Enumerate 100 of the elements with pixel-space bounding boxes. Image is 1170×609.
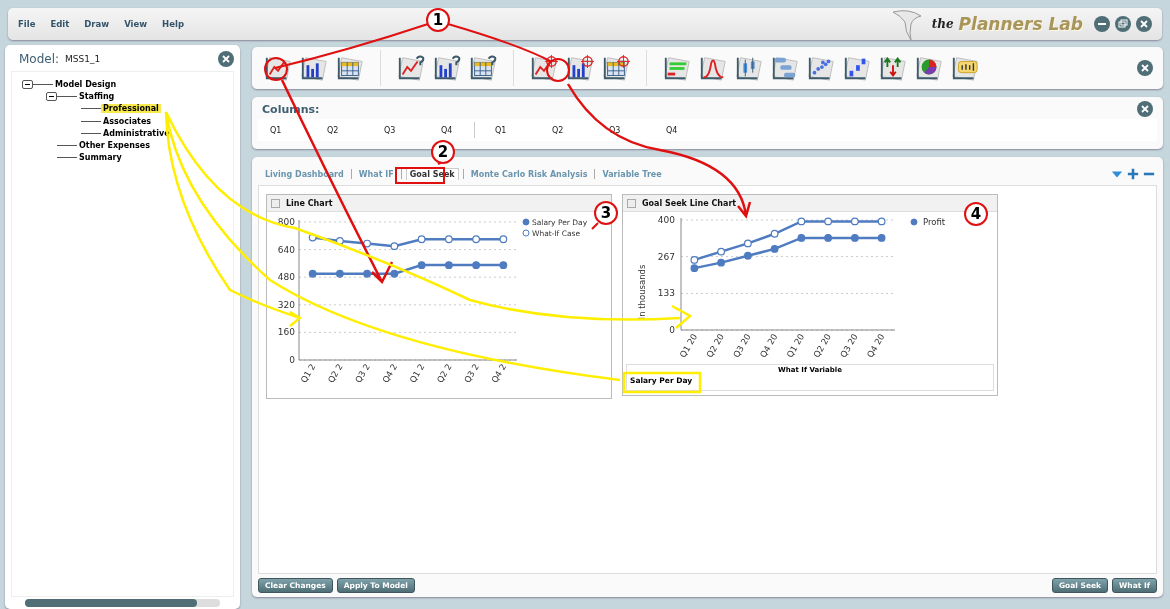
- point: [499, 235, 508, 244]
- scatter-icon[interactable]: [805, 54, 837, 82]
- table-question-icon[interactable]: [467, 54, 499, 82]
- tree-item[interactable]: Summary: [77, 153, 124, 163]
- pie-icon[interactable]: [913, 54, 945, 82]
- axis-tick-label: Q3 2: [462, 362, 481, 385]
- point: [797, 217, 806, 226]
- point: [444, 261, 453, 270]
- scrollbar[interactable]: [25, 599, 220, 607]
- tree-item[interactable]: Staffing: [77, 91, 117, 101]
- axis-tick-label: Q2 2: [434, 362, 454, 385]
- model-name: MSS1_1: [65, 54, 101, 64]
- axis-tick-label: Q3 2: [353, 362, 372, 385]
- menu-item[interactable]: View: [124, 19, 148, 29]
- tree-item[interactable]: Other Expenses: [77, 141, 152, 151]
- axis-tick-label: 0: [289, 355, 295, 365]
- point: [770, 244, 779, 253]
- table-target-icon[interactable]: [600, 54, 632, 82]
- axis-tick-label: 160: [277, 327, 295, 338]
- hbar-icon[interactable]: [661, 54, 693, 82]
- menu-item[interactable]: File: [18, 19, 36, 29]
- axis-tick-label: Q2 20: [704, 332, 726, 360]
- point: [335, 237, 344, 245]
- minimize-button[interactable]: [1094, 16, 1110, 32]
- axis-tick-label: Q1 2: [298, 362, 318, 385]
- axis-title: In thousands: [637, 264, 647, 320]
- axis-tick-label: Q1 2: [407, 362, 427, 385]
- point: [472, 261, 481, 270]
- point: [797, 233, 806, 242]
- point: [335, 269, 344, 278]
- menu-item[interactable]: Help: [162, 19, 184, 29]
- point: [690, 255, 699, 264]
- axis-tick-label: 400: [657, 215, 675, 225]
- column-item[interactable]: Q4: [666, 125, 723, 135]
- axis-tick-label: Q4 2: [489, 362, 509, 385]
- box-icon[interactable]: [733, 54, 765, 82]
- tree-item[interactable]: Professional: [101, 104, 161, 114]
- column-item[interactable]: Q2: [327, 125, 384, 135]
- legend-label: Profit: [923, 217, 946, 227]
- point: [363, 239, 372, 248]
- menu-item[interactable]: Edit: [50, 19, 70, 29]
- point: [717, 258, 726, 267]
- bell-icon[interactable]: [697, 54, 729, 82]
- tree-item[interactable]: Associates: [101, 116, 154, 126]
- chart-title: Goal Seek Line Chart: [642, 198, 737, 208]
- arrows-icon[interactable]: [877, 54, 909, 82]
- table-icon[interactable]: [334, 54, 366, 82]
- legend-marker: [910, 218, 918, 226]
- point: [417, 235, 426, 244]
- tree-icon[interactable]: [769, 54, 801, 82]
- logo-text: Planners Lab: [958, 14, 1083, 34]
- close-button[interactable]: [218, 51, 234, 67]
- line-target-icon[interactable]: [528, 54, 560, 82]
- point: [690, 264, 699, 273]
- line-question-icon[interactable]: [395, 54, 427, 82]
- column-item[interactable]: Q1: [495, 125, 552, 135]
- restore-button[interactable]: [1115, 16, 1131, 32]
- axis-tick-label: Q4 20: [757, 332, 780, 360]
- dropdown-icon[interactable]: [1111, 168, 1123, 180]
- model-label: Model:: [19, 52, 60, 66]
- add-icon[interactable]: [1127, 168, 1139, 180]
- point: [390, 242, 399, 251]
- collapse-icon[interactable]: [46, 91, 57, 101]
- point: [417, 261, 426, 270]
- point: [743, 251, 752, 260]
- point: [363, 269, 372, 278]
- axis-tick-label: Q1 20: [677, 332, 700, 360]
- axis-tick-label: 267: [657, 251, 675, 262]
- logo-text: the: [931, 17, 954, 31]
- point: [877, 233, 886, 242]
- point: [390, 269, 399, 278]
- point: [850, 217, 859, 226]
- close-button[interactable]: [1137, 101, 1153, 117]
- axis-tick-label: Q4 2: [380, 362, 400, 385]
- close-button[interactable]: [1137, 60, 1153, 76]
- axis-tick-label: Q2 2: [325, 362, 345, 385]
- tree-item[interactable]: Model Design: [53, 79, 119, 89]
- checkbox[interactable]: [271, 198, 280, 208]
- checkbox[interactable]: [627, 198, 636, 208]
- collapse-icon[interactable]: [22, 79, 33, 89]
- point: [444, 235, 453, 244]
- axis-tick-label: 640: [277, 244, 295, 255]
- axis-tick-label: Q1 20: [784, 332, 807, 360]
- close-button[interactable]: [1136, 16, 1152, 32]
- point: [308, 269, 317, 278]
- point: [472, 235, 481, 244]
- point: [850, 233, 859, 242]
- bar-question-icon[interactable]: [431, 54, 463, 82]
- axis-tick-label: Q2 20: [811, 332, 833, 360]
- bar-icon[interactable]: [298, 54, 330, 82]
- point: [824, 217, 833, 226]
- column-item[interactable]: Q3: [384, 125, 441, 135]
- line-icon[interactable]: [262, 54, 294, 82]
- axis-tick-label: 133: [657, 288, 675, 299]
- point: [717, 247, 726, 256]
- menu-item[interactable]: Draw: [84, 19, 110, 29]
- column-item[interactable]: Q2: [552, 125, 609, 135]
- column-item[interactable]: Q1: [270, 125, 327, 135]
- point: [743, 239, 752, 248]
- legend-marker: [522, 229, 530, 237]
